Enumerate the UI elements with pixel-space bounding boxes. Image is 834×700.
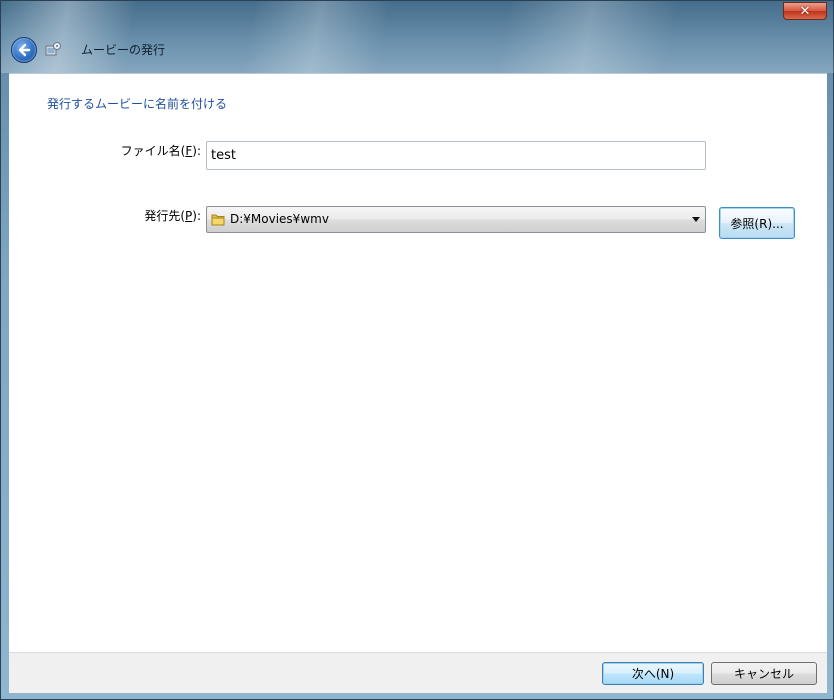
destination-dropdown[interactable]: D:¥Movies¥wmv (206, 206, 706, 233)
next-button[interactable]: 次へ(N) (602, 662, 704, 685)
back-arrow-icon (18, 43, 31, 57)
chevron-down-icon (692, 217, 700, 222)
main-content: 発行するムービーに名前を付ける ファイル名(F): 発行先(P): D:¥Mov… (9, 73, 827, 652)
cancel-button[interactable]: キャンセル (711, 662, 817, 685)
filename-label: ファイル名(F): (120, 144, 201, 158)
browse-button[interactable]: 参照(R)... (719, 207, 795, 239)
close-button[interactable]: ✕ (783, 2, 827, 20)
back-button[interactable] (11, 37, 37, 63)
destination-label: 発行先(P): (144, 209, 201, 223)
wizard-footer: 次へ(N) キャンセル (9, 652, 827, 693)
publish-movie-icon (45, 42, 61, 56)
publish-movie-window: ✕ ムービーの発行 発行するムービーに名前を付ける ファイル名(F): 発行先(… (0, 0, 834, 700)
folder-icon (211, 214, 225, 226)
filename-input[interactable] (206, 141, 706, 170)
window-title: ムービーの発行 (81, 43, 166, 57)
section-heading: 発行するムービーに名前を付ける (47, 97, 228, 111)
destination-value: D:¥Movies¥wmv (230, 212, 329, 226)
wizard-header: ムービーの発行 (1, 29, 834, 73)
close-icon: ✕ (799, 3, 811, 19)
